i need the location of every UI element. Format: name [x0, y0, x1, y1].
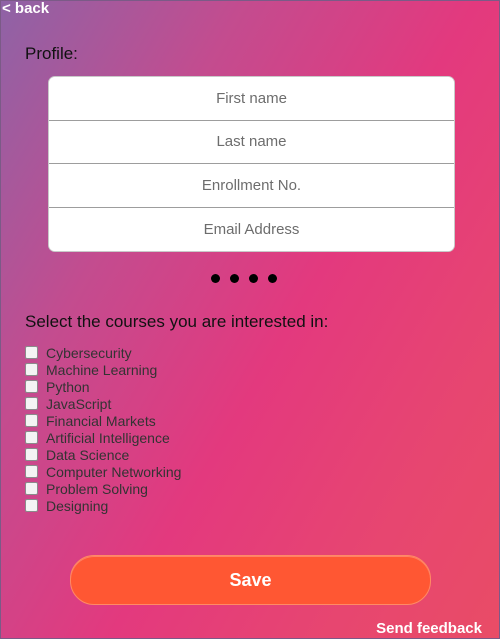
- courses-heading: Select the courses you are interested in…: [25, 312, 329, 331]
- checkbox[interactable]: [25, 448, 38, 461]
- course-checkbox-list: Cybersecurity Machine Learning Python Ja…: [25, 344, 181, 514]
- checkbox[interactable]: [25, 465, 38, 478]
- course-label: Computer Networking: [46, 463, 182, 480]
- checkbox[interactable]: [25, 397, 38, 410]
- course-option[interactable]: Machine Learning: [25, 361, 181, 378]
- checkbox[interactable]: [25, 380, 38, 393]
- course-label: Designing: [46, 497, 109, 514]
- first-name-field[interactable]: [49, 77, 454, 121]
- course-label: JavaScript: [46, 395, 112, 412]
- checkbox[interactable]: [25, 499, 38, 512]
- profile-form: [48, 76, 455, 252]
- step-indicator: [211, 274, 277, 283]
- course-option[interactable]: JavaScript: [25, 395, 181, 412]
- course-option[interactable]: Problem Solving: [25, 480, 181, 497]
- course-option[interactable]: Computer Networking: [25, 463, 181, 480]
- course-label: Machine Learning: [46, 361, 158, 378]
- checkbox[interactable]: [25, 431, 38, 444]
- send-feedback-link[interactable]: Send feedback: [376, 620, 482, 637]
- course-label: Financial Markets: [46, 412, 156, 429]
- course-option[interactable]: Designing: [25, 497, 181, 514]
- profile-heading: Profile:: [25, 44, 78, 63]
- course-label: Data Science: [46, 446, 130, 463]
- course-option[interactable]: Financial Markets: [25, 412, 181, 429]
- course-label: Python: [46, 378, 90, 395]
- checkbox[interactable]: [25, 482, 38, 495]
- step-dot: [211, 274, 220, 283]
- step-dot: [230, 274, 239, 283]
- course-label: Cybersecurity: [46, 344, 132, 361]
- email-field[interactable]: [49, 207, 454, 251]
- checkbox[interactable]: [25, 363, 38, 376]
- course-option[interactable]: Cybersecurity: [25, 344, 181, 361]
- back-link[interactable]: < back: [2, 0, 49, 17]
- last-name-field[interactable]: [49, 120, 454, 164]
- course-option[interactable]: Python: [25, 378, 181, 395]
- step-dot: [268, 274, 277, 283]
- course-label: Problem Solving: [46, 480, 148, 497]
- course-option[interactable]: Artificial Intelligence: [25, 429, 181, 446]
- step-dot: [249, 274, 258, 283]
- save-button[interactable]: Save: [70, 555, 431, 605]
- checkbox[interactable]: [25, 414, 38, 427]
- course-label: Artificial Intelligence: [46, 429, 170, 446]
- enrollment-number-field[interactable]: [49, 164, 454, 208]
- checkbox[interactable]: [25, 346, 38, 359]
- course-option[interactable]: Data Science: [25, 446, 181, 463]
